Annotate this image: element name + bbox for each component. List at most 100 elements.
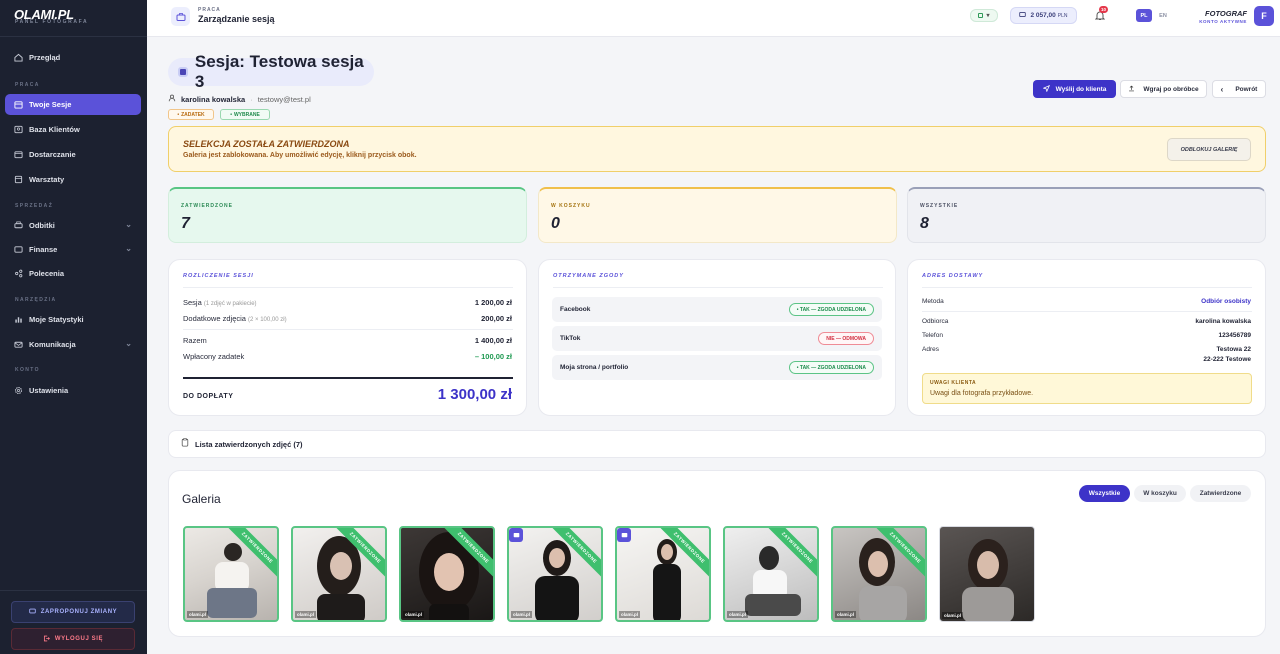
sidebar-item-dostarczanie[interactable]: Dostarczanie: [5, 144, 141, 165]
divider: [922, 287, 1252, 288]
send-to-client-button[interactable]: Wyślij do klienta: [1033, 80, 1116, 98]
sidebar-item-baza-klientow[interactable]: Baza Klientów: [5, 119, 141, 140]
back-button[interactable]: ‹ Powrót: [1212, 80, 1266, 98]
lang-pl-button[interactable]: PL: [1136, 9, 1152, 22]
gallery-photo[interactable]: ZATWIERDZONE olami.pl: [291, 526, 387, 622]
photo-image: [962, 539, 1014, 621]
client-notes-text: Uwagi dla fotografa przykładowe.: [930, 390, 1034, 397]
chevron-down-icon: ⌄: [125, 220, 132, 229]
billing-deposit-value: – 100,00 zł: [474, 352, 512, 361]
gallery-photo[interactable]: ZATWIERDZONE olami.pl: [831, 526, 927, 622]
delivery-method-label: Metoda: [922, 298, 944, 305]
tab-approved[interactable]: Zatwierdzone: [1190, 485, 1251, 502]
sidebar-item-label: Finanse: [29, 245, 58, 254]
sidebar-item-statystyki[interactable]: Moje Statystyki: [5, 309, 141, 330]
divider: [0, 590, 147, 591]
gallery-title: Galeria: [182, 492, 221, 506]
delivery-recipient-value: karolina kowalska: [1195, 318, 1251, 325]
status-dropdown[interactable]: ▾: [970, 9, 998, 22]
gallery-photo[interactable]: ZATWIERDZONE olami.pl: [615, 526, 711, 622]
briefcase-icon: [171, 7, 190, 26]
tag-selected: • WYBRANE: [220, 109, 270, 120]
wallet-icon: [13, 245, 23, 255]
balance-amount: 2 057,00: [1030, 12, 1056, 19]
sidebar-item-label: Twoje Sesje: [29, 100, 72, 109]
chevron-down-icon: ▾: [986, 13, 990, 19]
billing-total-label: Razem: [183, 336, 207, 345]
stat-in-cart: W KOSZYKU 0: [538, 187, 897, 243]
sidebar-item-ustawienia[interactable]: Ustawienia: [5, 380, 141, 401]
photo-image: [207, 543, 257, 618]
row-note: (1 zdjęć w pakiecie): [203, 301, 257, 307]
photo-image: [745, 546, 801, 616]
gallery-photo[interactable]: olami.pl: [939, 526, 1035, 622]
sidebar-item-label: Warsztaty: [29, 175, 65, 184]
propose-changes-button[interactable]: ZAPROPONUJ ZMIANY: [11, 601, 135, 623]
chevron-down-icon: ⌄: [125, 244, 132, 253]
divider: [553, 287, 883, 288]
logout-icon: [43, 635, 50, 644]
sidebar-item-finanse[interactable]: Finanse ⌄: [5, 239, 141, 260]
delivery-card: ADRES DOSTAWY Metoda Odbiór osobisty Odb…: [907, 259, 1266, 416]
avatar[interactable]: F: [1254, 6, 1274, 26]
sidebar-item-label: Komunikacja: [29, 340, 76, 349]
comment-icon[interactable]: [617, 528, 631, 542]
balance-badge[interactable]: 2 057,00 PLN: [1010, 7, 1077, 24]
upload-label: Wgraj po obróbce: [1143, 85, 1199, 93]
sidebar-item-polecenia[interactable]: Polecenia: [5, 263, 141, 284]
session-title-pill: Sesja: Testowa sesja 3: [168, 52, 374, 91]
billing-card: ROZLICZENIE SESJI Sesja (1 zdjęć w pakie…: [168, 259, 527, 416]
billing-due-label: DO DOPŁATY: [183, 393, 234, 400]
gallery-photo[interactable]: ZATWIERDZONE olami.pl: [723, 526, 819, 622]
send-label: Wyślij do klienta: [1055, 85, 1107, 93]
sidebar-item-warsztaty[interactable]: Warsztaty: [5, 169, 141, 190]
wallet-icon: [1019, 11, 1027, 20]
separator: ·: [250, 94, 253, 104]
client-notes-title: UWAGI KLIENTA: [930, 380, 977, 386]
brand-subtitle: PANEL FOTOGRAFA: [15, 19, 89, 25]
sidebar-section-label: SPRZEDAŻ: [15, 203, 54, 209]
sidebar-section-label: PRACA: [15, 82, 40, 88]
unlock-gallery-button[interactable]: ODBLOKUJ GALERIĘ: [1167, 138, 1251, 161]
comment-icon[interactable]: [509, 528, 523, 542]
sidebar-item-przeglad[interactable]: Przegląd: [5, 47, 141, 68]
divider: [183, 377, 513, 379]
sidebar-item-odbitki[interactable]: Odbitki ⌄: [5, 215, 141, 236]
notifications-button[interactable]: 10: [1094, 6, 1109, 24]
stat-value: 0: [551, 215, 560, 232]
billing-total-value: 1 400,00 zł: [474, 336, 512, 345]
lang-en-button[interactable]: EN: [1155, 9, 1171, 22]
watermark: olami.pl: [187, 611, 209, 618]
alert-text: Galeria jest zablokowana. Aby umożliwić …: [183, 152, 417, 159]
sidebar-item-twoje-sesje[interactable]: Twoje Sesje: [5, 94, 141, 115]
delivery-title: ADRES DOSTAWY: [922, 273, 984, 279]
sidebar: OLAMI.PL PANEL FOTOGRAFA Przegląd PRACA …: [0, 0, 147, 654]
delivery-address-line2: 22-222 Testowe: [1203, 356, 1251, 363]
chevron-down-icon: ⌄: [125, 339, 132, 348]
consent-status-badge: • TAK — ZGODA UDZIELONA: [788, 303, 874, 316]
balance-currency: PLN: [1057, 12, 1068, 19]
client-email[interactable]: testowy@test.pl: [258, 95, 311, 104]
gallery-photo[interactable]: ZATWIERDZONE olami.pl: [183, 526, 279, 622]
sidebar-item-komunikacja[interactable]: Komunikacja ⌄: [5, 334, 141, 355]
topbar: PRACA Zarządzanie sesją ▾ 2 057,00 PLN 1…: [147, 0, 1280, 37]
consents-title: OTRZYMANE ZGODY: [553, 273, 624, 279]
client-notes: UWAGI KLIENTA Uwagi dla fotografa przykł…: [922, 373, 1252, 404]
tag-deposit: • ZADATEK: [168, 109, 214, 120]
status-dot-icon: [978, 13, 984, 18]
consent-status-badge: • TAK — ZGODA UDZIELONA: [788, 361, 874, 374]
gallery-photo[interactable]: ZATWIERDZONE olami.pl: [507, 526, 603, 622]
tab-in-cart[interactable]: W koszyku: [1134, 485, 1186, 502]
upload-edited-button[interactable]: Wgraj po obróbce: [1120, 80, 1207, 98]
tab-all[interactable]: Wszystkie: [1079, 485, 1130, 502]
client-info: karolina kowalska · testowy@test.pl: [168, 94, 311, 104]
delivery-address-line1: Testowa 22: [1216, 346, 1251, 353]
logout-button[interactable]: WYLOGUJ SIĘ: [11, 628, 135, 650]
box-icon: [13, 150, 23, 160]
notification-count: 10: [1099, 6, 1109, 13]
sidebar-section-label: NARZĘDZIA: [15, 297, 57, 303]
user-role: FOTOGRAF: [1205, 9, 1247, 18]
approved-list-toggle[interactable]: Lista zatwierdzonych zdjęć (7): [168, 430, 1266, 458]
gallery-photo[interactable]: ZATWIERDZONE olami.pl: [399, 526, 495, 622]
upload-icon: [1128, 85, 1135, 94]
